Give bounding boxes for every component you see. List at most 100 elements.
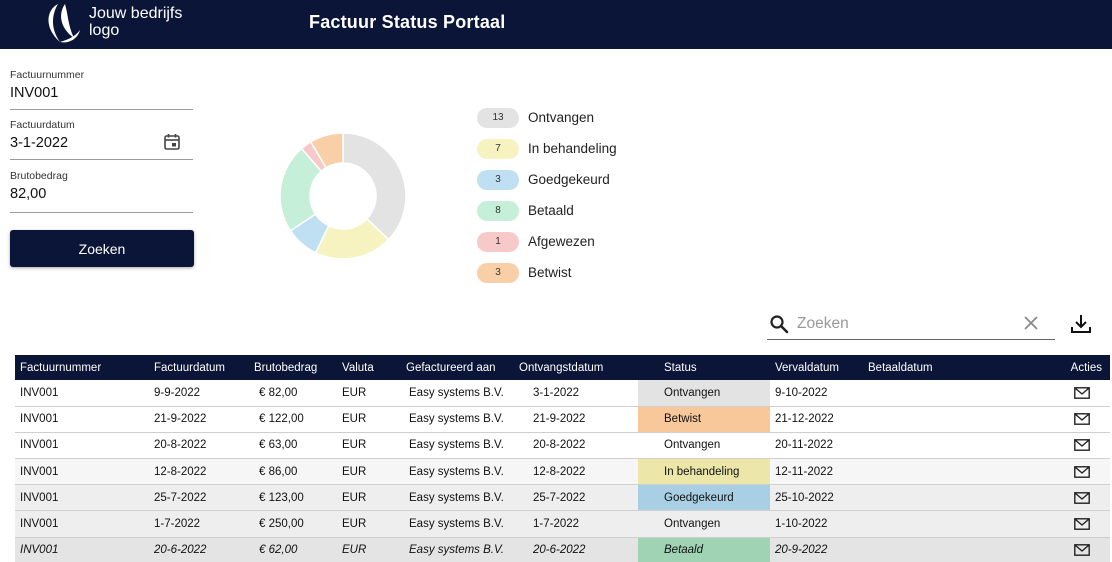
cell-actions — [1003, 380, 1110, 407]
cell-invoice-number: INV001 — [15, 380, 149, 407]
column-header[interactable]: Brutobedrag — [249, 355, 337, 380]
mail-icon[interactable] — [1074, 413, 1090, 426]
cell-currency: EUR — [337, 380, 401, 407]
cell-billed-to: Easy systems B.V. — [401, 484, 514, 512]
status-badge: Betaald — [638, 537, 770, 562]
table-row[interactable]: INV001 9-9-2022 € 82,00 EUR Easy systems B.V… — [15, 380, 1110, 407]
donut-slice-ontvangen[interactable] — [342, 132, 407, 241]
cell-due-date: 21-12-2022 — [770, 406, 863, 433]
swoosh-logo-icon — [48, 4, 80, 43]
legend-item: 1 Afgewezen — [477, 232, 677, 252]
column-header[interactable]: Valuta — [337, 355, 401, 380]
legend-item: 13 Ontvangen — [477, 108, 677, 128]
cell-actions — [1003, 432, 1110, 460]
calendar-icon[interactable] — [163, 133, 181, 151]
cell-invoice-date: 1-7-2022 — [149, 510, 249, 538]
cell-due-date: 1-10-2022 — [770, 510, 863, 538]
invoice-number-input[interactable]: INV001 — [10, 85, 193, 101]
mail-icon[interactable] — [1074, 465, 1090, 478]
legend-label: In behandeling — [528, 141, 617, 156]
app-header: Jouw bedrijfs logo Factuur Status Portaa… — [0, 0, 1112, 49]
cell-received-date: 1-7-2022 — [514, 510, 638, 538]
status-badge: Ontvangen — [638, 510, 770, 538]
gross-amount-label: Brutobedrag — [10, 170, 68, 182]
cell-paid-date — [863, 380, 1003, 407]
mail-icon[interactable] — [1074, 386, 1090, 399]
mail-icon[interactable] — [1074, 439, 1090, 452]
mail-icon[interactable] — [1074, 518, 1090, 530]
cell-gross-amount: € 122,00 — [249, 406, 337, 433]
cell-due-date: 25-10-2022 — [770, 484, 863, 512]
cell-gross-amount: € 86,00 — [249, 458, 337, 486]
mail-icon[interactable] — [1074, 491, 1090, 504]
cell-gross-amount: € 62,00 — [249, 537, 337, 562]
table-search[interactable] — [767, 311, 1055, 340]
column-header[interactable]: Status — [638, 355, 770, 380]
cell-actions — [1003, 510, 1110, 538]
column-header[interactable]: Factuurnummer — [15, 355, 149, 380]
legend-count-badge: 3 — [477, 263, 519, 283]
column-header[interactable]: Ontvangstdatum — [514, 355, 638, 380]
cell-billed-to: Easy systems B.V. — [401, 380, 514, 407]
search-button[interactable]: Zoeken — [10, 230, 194, 267]
table-header-row: Factuurnummer Factuurdatum Brutobedrag V… — [15, 355, 1110, 380]
cell-invoice-number: INV001 — [15, 484, 149, 512]
status-badge: Goedgekeurd — [638, 484, 770, 512]
search-input[interactable] — [797, 313, 1017, 335]
cell-received-date: 21-9-2022 — [514, 406, 638, 433]
cell-invoice-date: 20-8-2022 — [149, 432, 249, 460]
cell-currency: EUR — [337, 432, 401, 460]
cell-invoice-date: 20-6-2022 — [149, 537, 249, 562]
column-header[interactable]: Vervaldatum — [770, 355, 863, 380]
cell-invoice-number: INV001 — [15, 406, 149, 433]
cell-billed-to: Easy systems B.V. — [401, 537, 514, 562]
legend-label: Goedgekeurd — [528, 172, 610, 187]
cell-due-date: 12-11-2022 — [770, 458, 863, 486]
cell-actions — [1003, 458, 1110, 486]
legend-count-badge: 13 — [477, 108, 519, 128]
column-header[interactable]: Factuurdatum — [149, 355, 249, 380]
cell-invoice-date: 25-7-2022 — [149, 484, 249, 512]
close-icon[interactable] — [1022, 314, 1040, 332]
mail-icon[interactable] — [1074, 544, 1090, 557]
cell-currency: EUR — [337, 510, 401, 538]
cell-invoice-date: 12-8-2022 — [149, 458, 249, 486]
cell-currency: EUR — [337, 406, 401, 433]
table-row[interactable]: INV001 20-8-2022 € 63,00 EUR Easy systems B.… — [15, 432, 1110, 460]
status-badge: Betwist — [638, 406, 770, 433]
download-icon[interactable] — [1070, 313, 1092, 335]
column-header[interactable]: Acties — [1003, 355, 1110, 380]
cell-invoice-number: INV001 — [15, 510, 149, 538]
cell-invoice-date: 21-9-2022 — [149, 406, 249, 433]
invoice-number-field[interactable]: Factuurnummer INV001 — [10, 69, 193, 110]
cell-received-date: 20-8-2022 — [514, 432, 638, 460]
cell-gross-amount: € 250,00 — [249, 510, 337, 538]
legend-label: Betwist — [528, 265, 572, 280]
table-row[interactable]: INV001 20-6-2022 € 62,00 EUR Easy systems B.… — [15, 537, 1110, 562]
cell-gross-amount: € 82,00 — [249, 380, 337, 407]
table-row[interactable]: INV001 25-7-2022 € 123,00 EUR Easy systems B… — [15, 484, 1110, 512]
cell-billed-to: Easy systems B.V. — [401, 510, 514, 538]
invoice-date-label: Factuurdatum — [10, 119, 75, 131]
status-badge: Ontvangen — [638, 380, 770, 407]
cell-gross-amount: € 63,00 — [249, 432, 337, 460]
cell-due-date: 20-11-2022 — [770, 432, 863, 460]
cell-invoice-number: INV001 — [15, 458, 149, 486]
table-row[interactable]: INV001 12-8-2022 € 86,00 EUR Easy systems B.… — [15, 458, 1110, 486]
table-row[interactable]: INV001 21-9-2022 € 122,00 EUR Easy systems B… — [15, 406, 1110, 433]
legend-label: Betaald — [528, 203, 574, 218]
logo-text: Jouw bedrijfs logo — [89, 5, 249, 39]
table-row[interactable]: INV001 1-7-2022 € 250,00 EUR Easy systems B.… — [15, 510, 1110, 538]
cell-received-date: 25-7-2022 — [514, 484, 638, 512]
gross-amount-input[interactable]: 82,00 — [10, 186, 193, 202]
column-header[interactable]: Gefactureerd aan — [401, 355, 514, 380]
cell-paid-date — [863, 537, 1003, 562]
cell-received-date: 3-1-2022 — [514, 380, 638, 407]
cell-billed-to: Easy systems B.V. — [401, 406, 514, 433]
column-header[interactable]: Betaaldatum — [863, 355, 1003, 380]
gross-amount-field[interactable]: Brutobedrag 82,00 — [10, 170, 193, 213]
invoice-table: Factuurnummer Factuurdatum Brutobedrag V… — [15, 355, 1110, 562]
legend-item: 7 In behandeling — [477, 139, 677, 159]
invoice-date-field[interactable]: Factuurdatum 3-1-2022 — [10, 119, 193, 160]
status-badge: Ontvangen — [638, 432, 770, 460]
